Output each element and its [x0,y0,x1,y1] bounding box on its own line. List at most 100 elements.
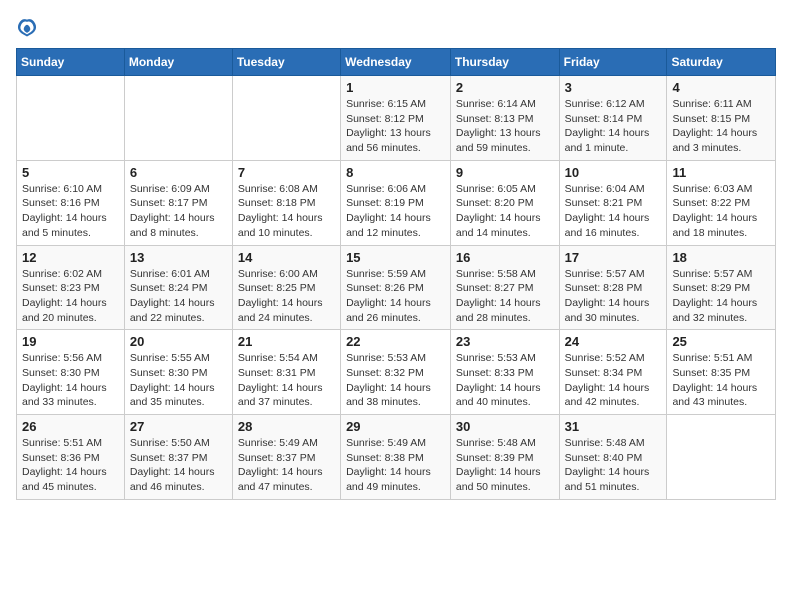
header-day-friday: Friday [559,49,667,76]
day-info: Sunrise: 6:11 AMSunset: 8:15 PMDaylight:… [672,97,770,156]
page-header [16,16,776,38]
day-info: Sunrise: 6:14 AMSunset: 8:13 PMDaylight:… [456,97,554,156]
day-number: 19 [22,334,119,349]
day-number: 15 [346,250,445,265]
calendar-cell: 15 Sunrise: 5:59 AMSunset: 8:26 PMDayligh… [341,245,451,330]
calendar-cell: 1Sunrise: 6:15 AMSunset: 8:12 PMDaylight… [341,76,451,161]
day-info: Sunrise: 6:09 AMSunset: 8:17 PMDaylight:… [130,182,227,241]
day-info: Sunrise: 6:00 AMSunset: 8:25 PMDaylight:… [238,267,335,326]
calendar-cell: 18 Sunrise: 5:57 AMSunset: 8:29 PMDayligh… [667,245,776,330]
calendar-cell: 24Sunrise: 5:52 AMSunset: 8:34 PMDayligh… [559,330,667,415]
day-number: 1 [346,80,445,95]
day-info: Sunrise: 5:50 AMSunset: 8:37 PMDaylight:… [130,436,227,495]
day-info: Sunrise: 6:01 AMSunset: 8:24 PMDaylight:… [130,267,227,326]
calendar-cell [667,415,776,500]
day-info: Sunrise: 5:48 AMSunset: 8:40 PMDaylight:… [565,436,662,495]
calendar-week-2: 5Sunrise: 6:10 AMSunset: 8:16 PMDaylight… [17,160,776,245]
calendar-cell: 20 Sunrise: 5:55 AMSunset: 8:30 PMDayligh… [124,330,232,415]
day-number: 9 [456,165,554,180]
day-number: 10 [565,165,662,180]
calendar-cell: 4 Sunrise: 6:11 AMSunset: 8:15 PMDaylight… [667,76,776,161]
day-info: Sunrise: 5:53 AMSunset: 8:33 PMDaylight:… [456,351,554,410]
calendar-cell [232,76,340,161]
calendar-cell: 31 Sunrise: 5:48 AMSunset: 8:40 PMDayligh… [559,415,667,500]
day-info: Sunrise: 5:49 AMSunset: 8:37 PMDaylight:… [238,436,335,495]
day-number: 7 [238,165,335,180]
day-info: Sunrise: 6:05 AMSunset: 8:20 PMDaylight:… [456,182,554,241]
day-info: Sunrise: 5:57 AMSunset: 8:29 PMDaylight:… [672,267,770,326]
calendar-cell: 3Sunrise: 6:12 AMSunset: 8:14 PMDaylight… [559,76,667,161]
calendar-cell [124,76,232,161]
calendar-cell: 19 Sunrise: 5:56 AMSunset: 8:30 PMDayligh… [17,330,125,415]
day-info: Sunrise: 5:53 AMSunset: 8:32 PMDaylight:… [346,351,445,410]
day-info: Sunrise: 5:57 AMSunset: 8:28 PMDaylight:… [565,267,662,326]
calendar-cell: 21 Sunrise: 5:54 AMSunset: 8:31 PMDayligh… [232,330,340,415]
calendar-cell [17,76,125,161]
day-number: 29 [346,419,445,434]
calendar-week-3: 12 Sunrise: 6:02 AMSunset: 8:23 PMDayligh… [17,245,776,330]
calendar-cell: 23 Sunrise: 5:53 AMSunset: 8:33 PMDayligh… [450,330,559,415]
day-number: 4 [672,80,770,95]
calendar-header-row: SundayMondayTuesdayWednesdayThursdayFrid… [17,49,776,76]
day-number: 5 [22,165,119,180]
header-day-saturday: Saturday [667,49,776,76]
calendar-cell: 12 Sunrise: 6:02 AMSunset: 8:23 PMDayligh… [17,245,125,330]
logo-icon [16,16,38,38]
day-number: 11 [672,165,770,180]
calendar-cell: 14 Sunrise: 6:00 AMSunset: 8:25 PMDayligh… [232,245,340,330]
day-info: Sunrise: 5:49 AMSunset: 8:38 PMDaylight:… [346,436,445,495]
logo [16,16,42,38]
calendar-cell: 6 Sunrise: 6:09 AMSunset: 8:17 PMDaylight… [124,160,232,245]
calendar-week-1: 1Sunrise: 6:15 AMSunset: 8:12 PMDaylight… [17,76,776,161]
header-day-monday: Monday [124,49,232,76]
calendar-cell: 10 Sunrise: 6:04 AMSunset: 8:21 PMDayligh… [559,160,667,245]
calendar-cell: 30Sunrise: 5:48 AMSunset: 8:39 PMDayligh… [450,415,559,500]
day-number: 18 [672,250,770,265]
day-info: Sunrise: 5:55 AMSunset: 8:30 PMDaylight:… [130,351,227,410]
day-number: 31 [565,419,662,434]
header-day-tuesday: Tuesday [232,49,340,76]
calendar-cell: 2 Sunrise: 6:14 AMSunset: 8:13 PMDaylight… [450,76,559,161]
calendar-week-4: 19 Sunrise: 5:56 AMSunset: 8:30 PMDayligh… [17,330,776,415]
day-info: Sunrise: 6:12 AMSunset: 8:14 PMDaylight:… [565,97,662,156]
day-number: 16 [456,250,554,265]
day-number: 27 [130,419,227,434]
day-number: 26 [22,419,119,434]
header-day-thursday: Thursday [450,49,559,76]
day-info: Sunrise: 6:04 AMSunset: 8:21 PMDaylight:… [565,182,662,241]
day-number: 17 [565,250,662,265]
day-number: 8 [346,165,445,180]
calendar-cell: 5Sunrise: 6:10 AMSunset: 8:16 PMDaylight… [17,160,125,245]
day-number: 12 [22,250,119,265]
day-info: Sunrise: 5:59 AMSunset: 8:26 PMDaylight:… [346,267,445,326]
day-info: Sunrise: 5:51 AMSunset: 8:35 PMDaylight:… [672,351,770,410]
day-number: 21 [238,334,335,349]
calendar-cell: 11Sunrise: 6:03 AMSunset: 8:22 PMDayligh… [667,160,776,245]
day-info: Sunrise: 6:02 AMSunset: 8:23 PMDaylight:… [22,267,119,326]
day-number: 25 [672,334,770,349]
calendar-week-5: 26 Sunrise: 5:51 AMSunset: 8:36 PMDayligh… [17,415,776,500]
calendar-cell: 22Sunrise: 5:53 AMSunset: 8:32 PMDayligh… [341,330,451,415]
calendar-cell: 7 Sunrise: 6:08 AMSunset: 8:18 PMDaylight… [232,160,340,245]
calendar-cell: 25 Sunrise: 5:51 AMSunset: 8:35 PMDayligh… [667,330,776,415]
day-info: Sunrise: 5:51 AMSunset: 8:36 PMDaylight:… [22,436,119,495]
day-info: Sunrise: 6:08 AMSunset: 8:18 PMDaylight:… [238,182,335,241]
day-info: Sunrise: 5:52 AMSunset: 8:34 PMDaylight:… [565,351,662,410]
header-day-wednesday: Wednesday [341,49,451,76]
day-number: 23 [456,334,554,349]
day-number: 13 [130,250,227,265]
day-number: 20 [130,334,227,349]
day-info: Sunrise: 5:56 AMSunset: 8:30 PMDaylight:… [22,351,119,410]
day-info: Sunrise: 5:48 AMSunset: 8:39 PMDaylight:… [456,436,554,495]
calendar-cell: 17 Sunrise: 5:57 AMSunset: 8:28 PMDayligh… [559,245,667,330]
day-number: 28 [238,419,335,434]
calendar-cell: 27 Sunrise: 5:50 AMSunset: 8:37 PMDayligh… [124,415,232,500]
day-info: Sunrise: 5:54 AMSunset: 8:31 PMDaylight:… [238,351,335,410]
day-number: 2 [456,80,554,95]
day-number: 14 [238,250,335,265]
calendar-cell: 16Sunrise: 5:58 AMSunset: 8:27 PMDayligh… [450,245,559,330]
day-number: 6 [130,165,227,180]
calendar-cell: 9 Sunrise: 6:05 AMSunset: 8:20 PMDaylight… [450,160,559,245]
calendar-cell: 13 Sunrise: 6:01 AMSunset: 8:24 PMDayligh… [124,245,232,330]
calendar-cell: 8Sunrise: 6:06 AMSunset: 8:19 PMDaylight… [341,160,451,245]
